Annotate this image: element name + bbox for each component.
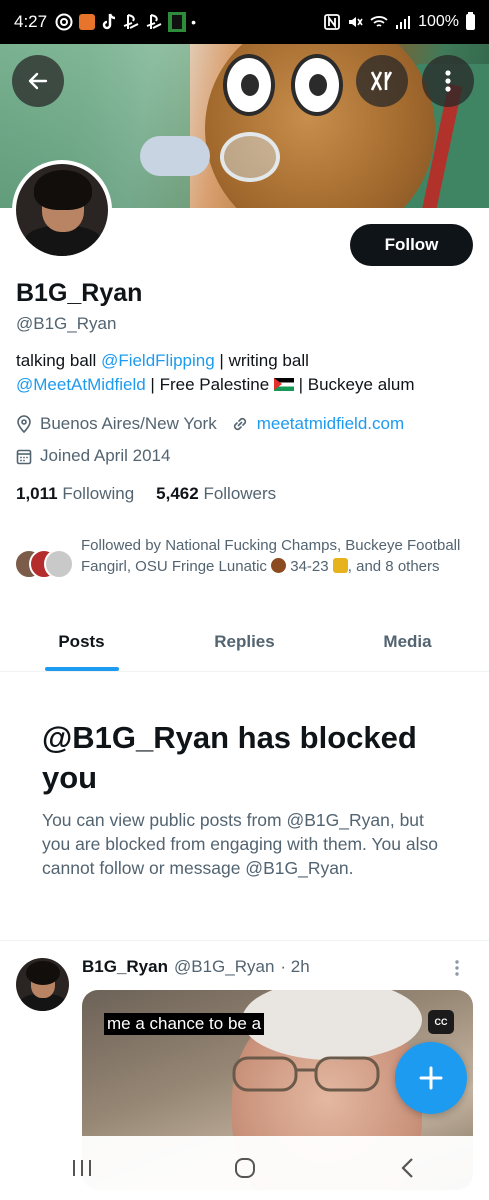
- palestine-flag-icon: [273, 378, 294, 391]
- notification-icons: •: [55, 12, 196, 32]
- grok-button[interactable]: [356, 55, 408, 107]
- follow-counts: 1,011 Following 5,462 Followers: [16, 484, 276, 504]
- arrow-left-icon: [28, 72, 48, 90]
- crown-emoji-icon: [332, 558, 348, 573]
- home-button[interactable]: [215, 1148, 275, 1188]
- battery-icon: [466, 12, 475, 30]
- compose-post-button[interactable]: [395, 1042, 467, 1114]
- system-back-button[interactable]: [378, 1148, 438, 1188]
- post-time: · 2h: [280, 957, 310, 976]
- profile-location: Buenos Aires/New York: [40, 414, 217, 433]
- profile-tabs: Posts Replies Media: [0, 615, 489, 672]
- threads-icon: [55, 13, 73, 31]
- following-count: 1,011: [16, 484, 58, 503]
- profile-website[interactable]: meetatmidfield.com: [257, 414, 404, 434]
- followed-by-text-2: 34-23: [286, 558, 333, 575]
- battery-percent: 100%: [418, 13, 459, 30]
- blocked-message: You can view public posts from @B1G_Ryan…: [42, 810, 438, 878]
- post-author-avatar[interactable]: [16, 958, 69, 1011]
- video-caption: me a chance to be a: [104, 1013, 265, 1035]
- news-app-icon: [78, 13, 96, 31]
- divider: [0, 940, 489, 941]
- tiktok-icon: [101, 13, 117, 31]
- profile-meta-row-2: Joined April 2014: [16, 446, 170, 466]
- followers-label: Followers: [203, 484, 277, 503]
- video-person-glasses: [232, 1056, 380, 1092]
- signal-icon: [395, 15, 411, 29]
- recent-apps-button[interactable]: [52, 1148, 112, 1188]
- banner-glove: [140, 136, 210, 176]
- followed-by-text-3: , and 8 others: [347, 558, 440, 575]
- followed-by-avatars: [14, 549, 76, 581]
- profile-bio: talking ball @FieldFlipping | writing ba…: [16, 349, 471, 397]
- profile-joined: Joined April 2014: [40, 446, 171, 465]
- profile-handle: @B1G_Ryan: [16, 314, 117, 333]
- followed-by-text: Followed by National Fucking Champs, Buc…: [81, 535, 461, 581]
- profile-avatar[interactable]: [12, 160, 112, 260]
- link-icon: [233, 417, 246, 431]
- profile-meta-row-1: Buenos Aires/New York meetatmidfield.com: [16, 414, 404, 434]
- vertical-dots-icon: [445, 70, 451, 92]
- buckeye-nut-emoji-icon: [271, 558, 287, 573]
- mascot-eye-right: [291, 54, 343, 116]
- more-notifications-dot: •: [191, 14, 196, 30]
- status-time: 4:27: [14, 12, 48, 31]
- status-bar: 4:27 • 100%: [0, 0, 489, 44]
- more-options-button[interactable]: [422, 55, 474, 107]
- calendar-icon: [16, 449, 32, 464]
- home-icon: [234, 1158, 255, 1178]
- sports-app-icon: [168, 12, 187, 32]
- chevron-left-icon: [400, 1158, 413, 1178]
- recent-apps-icon: [72, 1160, 91, 1176]
- avatar-image: [16, 164, 108, 256]
- tab-media[interactable]: Media: [326, 615, 489, 671]
- following-link[interactable]: 1,011 Following: [16, 484, 134, 504]
- wifi-icon: [370, 14, 388, 30]
- bio-link-meetatmidfield[interactable]: @MeetAtMidfield: [16, 375, 146, 394]
- post-header: B1G_Ryan @B1G_Ryan · 2h: [82, 957, 310, 977]
- bio-text-4: | Buckeye alum: [293, 375, 415, 394]
- post-author-name[interactable]: B1G_Ryan: [82, 957, 168, 977]
- bio-link-fieldflipping[interactable]: @FieldFlipping: [101, 351, 215, 370]
- back-button[interactable]: [12, 55, 64, 107]
- post-more-button[interactable]: [455, 960, 459, 981]
- mascot-eye-left: [223, 54, 275, 116]
- follow-button[interactable]: Follow: [350, 224, 473, 266]
- followers-link[interactable]: 5,462 Followers: [156, 484, 276, 504]
- plus-icon: [419, 1066, 443, 1090]
- nfc-icon: [324, 14, 340, 30]
- display-name: B1G_Ryan: [16, 279, 143, 307]
- status-right: 100%: [324, 12, 475, 31]
- banner-oxygen-mask: [220, 132, 280, 182]
- mute-icon: [347, 14, 363, 30]
- blocked-title: @B1G_Ryan has blocked you: [42, 720, 417, 795]
- playstation-icon: [122, 14, 140, 30]
- bio-text-3: | Free Palestine: [145, 375, 274, 394]
- followed-by-row[interactable]: Followed by National Fucking Champs, Buc…: [14, 535, 461, 581]
- location-pin-icon: [17, 415, 31, 433]
- following-label: Following: [62, 484, 135, 503]
- tab-replies[interactable]: Replies: [163, 615, 326, 671]
- follower-avatar-3: [44, 549, 74, 579]
- bio-text-1: talking ball: [16, 351, 102, 370]
- post-author-handle: @B1G_Ryan: [173, 957, 275, 976]
- followers-count: 5,462: [156, 484, 199, 503]
- bio-text-2: | writing ball: [214, 351, 309, 370]
- android-navigation-bar: [0, 1136, 489, 1200]
- vertical-dots-icon: [455, 960, 459, 976]
- tab-posts[interactable]: Posts: [0, 615, 163, 671]
- closed-captions-button[interactable]: CC: [428, 1010, 454, 1034]
- playstation-icon-2: [145, 14, 163, 30]
- grok-logo-icon: [370, 71, 393, 91]
